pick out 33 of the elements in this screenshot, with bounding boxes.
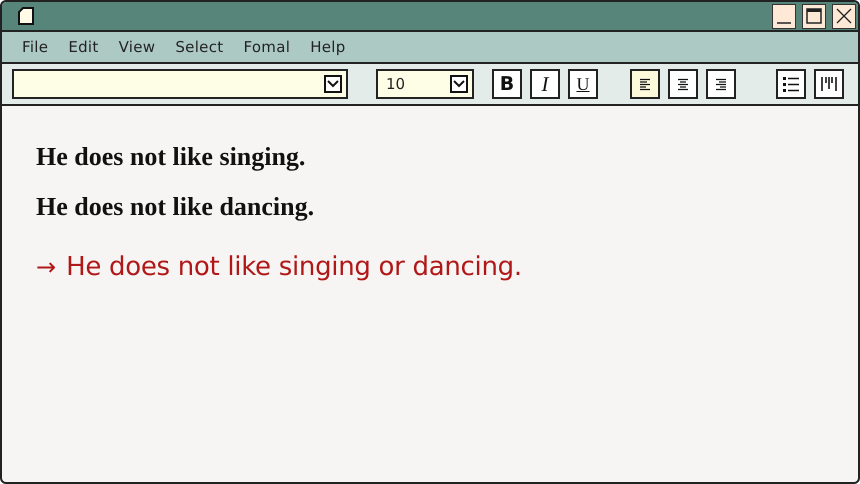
align-left-button[interactable] [630,69,660,99]
align-right-button[interactable] [706,69,736,99]
close-icon [836,8,852,24]
close-button[interactable] [832,4,856,28]
arrow-glyph: → [36,253,56,281]
font-dropdown[interactable] [12,69,348,99]
menu-item[interactable]: Select [175,38,224,56]
menu-item[interactable]: Help [310,38,346,56]
font-size-value: 10 [386,75,406,93]
sentence-text: He does not like dancing. [36,192,316,222]
columns-button[interactable] [814,69,844,99]
underline-button[interactable]: U [568,69,598,99]
minimize-icon [777,22,791,24]
align-center-icon [676,76,690,92]
bulleted-list-icon [782,75,800,93]
font-size-dropdown[interactable]: 10 [376,69,474,99]
align-right-icon [714,76,728,92]
combined-sentence-text: He does not like singing or dancing. [66,252,522,282]
minimize-button[interactable] [772,4,796,28]
vertical-bars-icon [820,75,838,93]
bulleted-list-button[interactable] [776,69,806,99]
align-left-icon [638,76,652,92]
menu-item[interactable]: Fomal [243,38,290,56]
maximize-icon [806,8,822,24]
sentence-text: He does not like singing. [36,142,306,172]
document-icon [18,7,34,25]
italic-button[interactable]: I [530,69,560,99]
bold-button[interactable]: B [492,69,522,99]
menu-item[interactable]: File [22,38,48,56]
align-center-button[interactable] [668,69,698,99]
maximize-button[interactable] [802,4,826,28]
menu-item[interactable]: View [118,38,156,56]
menu-item[interactable]: Edit [68,38,99,56]
